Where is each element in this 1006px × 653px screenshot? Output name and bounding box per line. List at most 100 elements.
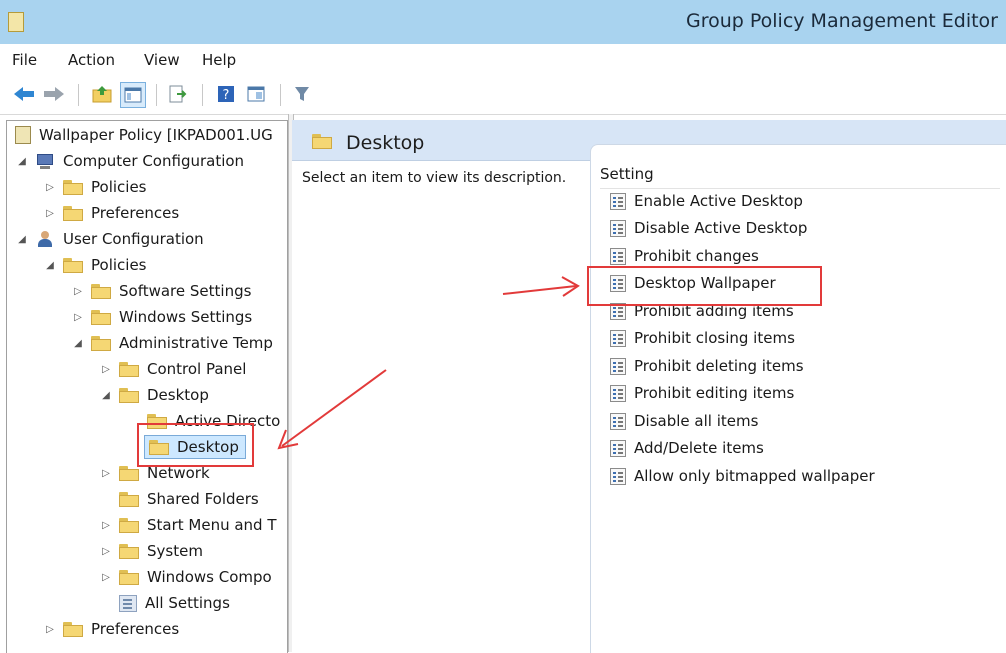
tree-label: Wallpaper Policy [IKPAD001.UG bbox=[39, 126, 273, 144]
menu-action[interactable]: Action bbox=[68, 51, 115, 69]
tree-item-root[interactable]: Wallpaper Policy [IKPAD001.UG bbox=[15, 123, 273, 147]
tree-item-desktop[interactable]: ◢ Desktop bbox=[99, 383, 209, 407]
svg-text:?: ? bbox=[223, 88, 230, 103]
tree-item-software-settings[interactable]: ▷ Software Settings bbox=[71, 279, 251, 303]
menu-bar: File Action View Help bbox=[0, 44, 1006, 76]
setting-row[interactable]: Allow only bitmapped wallpaper bbox=[610, 464, 875, 488]
back-icon[interactable] bbox=[12, 82, 36, 106]
folder-icon bbox=[63, 257, 83, 273]
policy-setting-icon bbox=[610, 192, 626, 210]
tree-label: Policies bbox=[91, 178, 147, 196]
tree-pane[interactable]: Wallpaper Policy [IKPAD001.UG ◢ Computer… bbox=[6, 120, 288, 653]
folder-icon bbox=[119, 387, 139, 403]
menu-view[interactable]: View bbox=[144, 51, 180, 69]
folder-icon bbox=[63, 179, 83, 195]
expand-arrow-icon[interactable]: ▷ bbox=[99, 572, 113, 583]
policy-setting-icon bbox=[610, 247, 626, 265]
help-icon[interactable]: ? bbox=[214, 82, 238, 106]
tree-item-shared-folders[interactable]: Shared Folders bbox=[119, 487, 259, 511]
toolbar-separator bbox=[78, 84, 79, 106]
setting-row[interactable]: Add/Delete items bbox=[610, 436, 764, 460]
setting-label: Disable all items bbox=[634, 412, 759, 430]
setting-row[interactable]: Disable Active Desktop bbox=[610, 216, 807, 240]
tree-item-cc-preferences[interactable]: ▷ Preferences bbox=[43, 201, 179, 225]
tree-label: Control Panel bbox=[147, 360, 247, 378]
setting-row[interactable]: Prohibit deleting items bbox=[610, 354, 804, 378]
details-title: Desktop bbox=[346, 132, 425, 154]
tree-item-desktop-selected[interactable]: Desktop bbox=[144, 435, 246, 459]
folder-icon bbox=[312, 134, 332, 149]
collapse-arrow-icon[interactable]: ◢ bbox=[15, 156, 29, 167]
setting-label: Prohibit editing items bbox=[634, 384, 795, 402]
tree-item-all-settings[interactable]: All Settings bbox=[119, 591, 230, 615]
tree-item-user-configuration[interactable]: ◢ User Configuration bbox=[15, 227, 204, 251]
title-bar: Group Policy Management Editor bbox=[0, 0, 1006, 44]
column-header-label: Setting bbox=[600, 165, 654, 183]
show-hide-tree-icon[interactable] bbox=[120, 82, 146, 108]
expand-arrow-icon[interactable]: ▷ bbox=[99, 468, 113, 479]
setting-row[interactable]: Prohibit changes bbox=[610, 244, 759, 268]
setting-row[interactable]: Prohibit closing items bbox=[610, 326, 795, 350]
forward-icon[interactable] bbox=[42, 82, 66, 106]
tree-item-administrative-templates[interactable]: ◢ Administrative Temp bbox=[71, 331, 273, 355]
expand-arrow-icon[interactable]: ▷ bbox=[99, 364, 113, 375]
computer-icon bbox=[35, 153, 55, 170]
expand-arrow-icon[interactable]: ▷ bbox=[71, 286, 85, 297]
setting-label: Prohibit deleting items bbox=[634, 357, 804, 375]
tree-item-uc-preferences[interactable]: ▷ Preferences bbox=[43, 617, 179, 641]
policy-setting-icon bbox=[610, 384, 626, 402]
tree-label: Start Menu and T bbox=[147, 516, 277, 534]
folder-icon bbox=[119, 569, 139, 585]
policy-setting-icon bbox=[610, 439, 626, 457]
export-icon[interactable] bbox=[166, 82, 190, 106]
tree-label: Computer Configuration bbox=[63, 152, 245, 170]
filter-icon[interactable] bbox=[290, 82, 314, 106]
expand-arrow-icon[interactable]: ▷ bbox=[71, 312, 85, 323]
expand-arrow-icon[interactable]: ▷ bbox=[43, 624, 57, 635]
folder-icon bbox=[63, 205, 83, 221]
details-pane: Desktop Select an item to view its descr… bbox=[292, 120, 1006, 653]
toolbar-separator bbox=[156, 84, 157, 106]
tree-label: Preferences bbox=[91, 620, 180, 638]
gpo-icon bbox=[15, 126, 31, 144]
tree-label: Windows Settings bbox=[119, 308, 253, 326]
tree-item-computer-configuration[interactable]: ◢ Computer Configuration bbox=[15, 149, 244, 173]
collapse-arrow-icon[interactable]: ◢ bbox=[43, 260, 57, 271]
tree-item-control-panel[interactable]: ▷ Control Panel bbox=[99, 357, 246, 381]
description-text: Select an item to view its description. bbox=[302, 170, 567, 186]
tree-item-cc-policies[interactable]: ▷ Policies bbox=[43, 175, 146, 199]
setting-row[interactable]: Enable Active Desktop bbox=[610, 189, 803, 213]
tree-item-start-menu[interactable]: ▷ Start Menu and T bbox=[99, 513, 277, 537]
folder-icon bbox=[91, 309, 111, 325]
policy-setting-icon bbox=[610, 357, 626, 375]
up-folder-icon[interactable] bbox=[90, 82, 114, 106]
expand-arrow-icon[interactable]: ▷ bbox=[99, 546, 113, 557]
collapse-arrow-icon[interactable]: ◢ bbox=[99, 390, 113, 401]
menu-help[interactable]: Help bbox=[202, 51, 236, 69]
tree-item-windows-settings[interactable]: ▷ Windows Settings bbox=[71, 305, 252, 329]
tree-item-uc-policies[interactable]: ◢ Policies bbox=[43, 253, 146, 277]
folder-icon bbox=[119, 491, 139, 507]
properties-icon[interactable] bbox=[244, 82, 268, 106]
expand-arrow-icon[interactable]: ▷ bbox=[43, 182, 57, 193]
expand-arrow-icon[interactable]: ▷ bbox=[43, 208, 57, 219]
folder-icon bbox=[119, 517, 139, 533]
policy-setting-icon bbox=[610, 412, 626, 430]
tree-item-system[interactable]: ▷ System bbox=[99, 539, 203, 563]
collapse-arrow-icon[interactable]: ◢ bbox=[71, 338, 85, 349]
setting-row[interactable]: Disable all items bbox=[610, 409, 758, 433]
tree-item-windows-components[interactable]: ▷ Windows Compo bbox=[99, 565, 272, 589]
setting-label: Disable Active Desktop bbox=[634, 219, 808, 237]
policy-setting-icon bbox=[610, 467, 626, 485]
toolbar-separator bbox=[280, 84, 281, 106]
policy-setting-icon bbox=[610, 329, 626, 347]
collapse-arrow-icon[interactable]: ◢ bbox=[15, 234, 29, 245]
expand-arrow-icon[interactable]: ▷ bbox=[99, 520, 113, 531]
column-header-setting[interactable]: Setting bbox=[600, 160, 1000, 189]
tree-label: Software Settings bbox=[119, 282, 252, 300]
folder-icon bbox=[149, 439, 169, 455]
setting-label: Prohibit changes bbox=[634, 247, 759, 265]
setting-row[interactable]: Prohibit editing items bbox=[610, 381, 794, 405]
tree-label: Administrative Temp bbox=[119, 334, 273, 352]
menu-file[interactable]: File bbox=[12, 51, 37, 69]
